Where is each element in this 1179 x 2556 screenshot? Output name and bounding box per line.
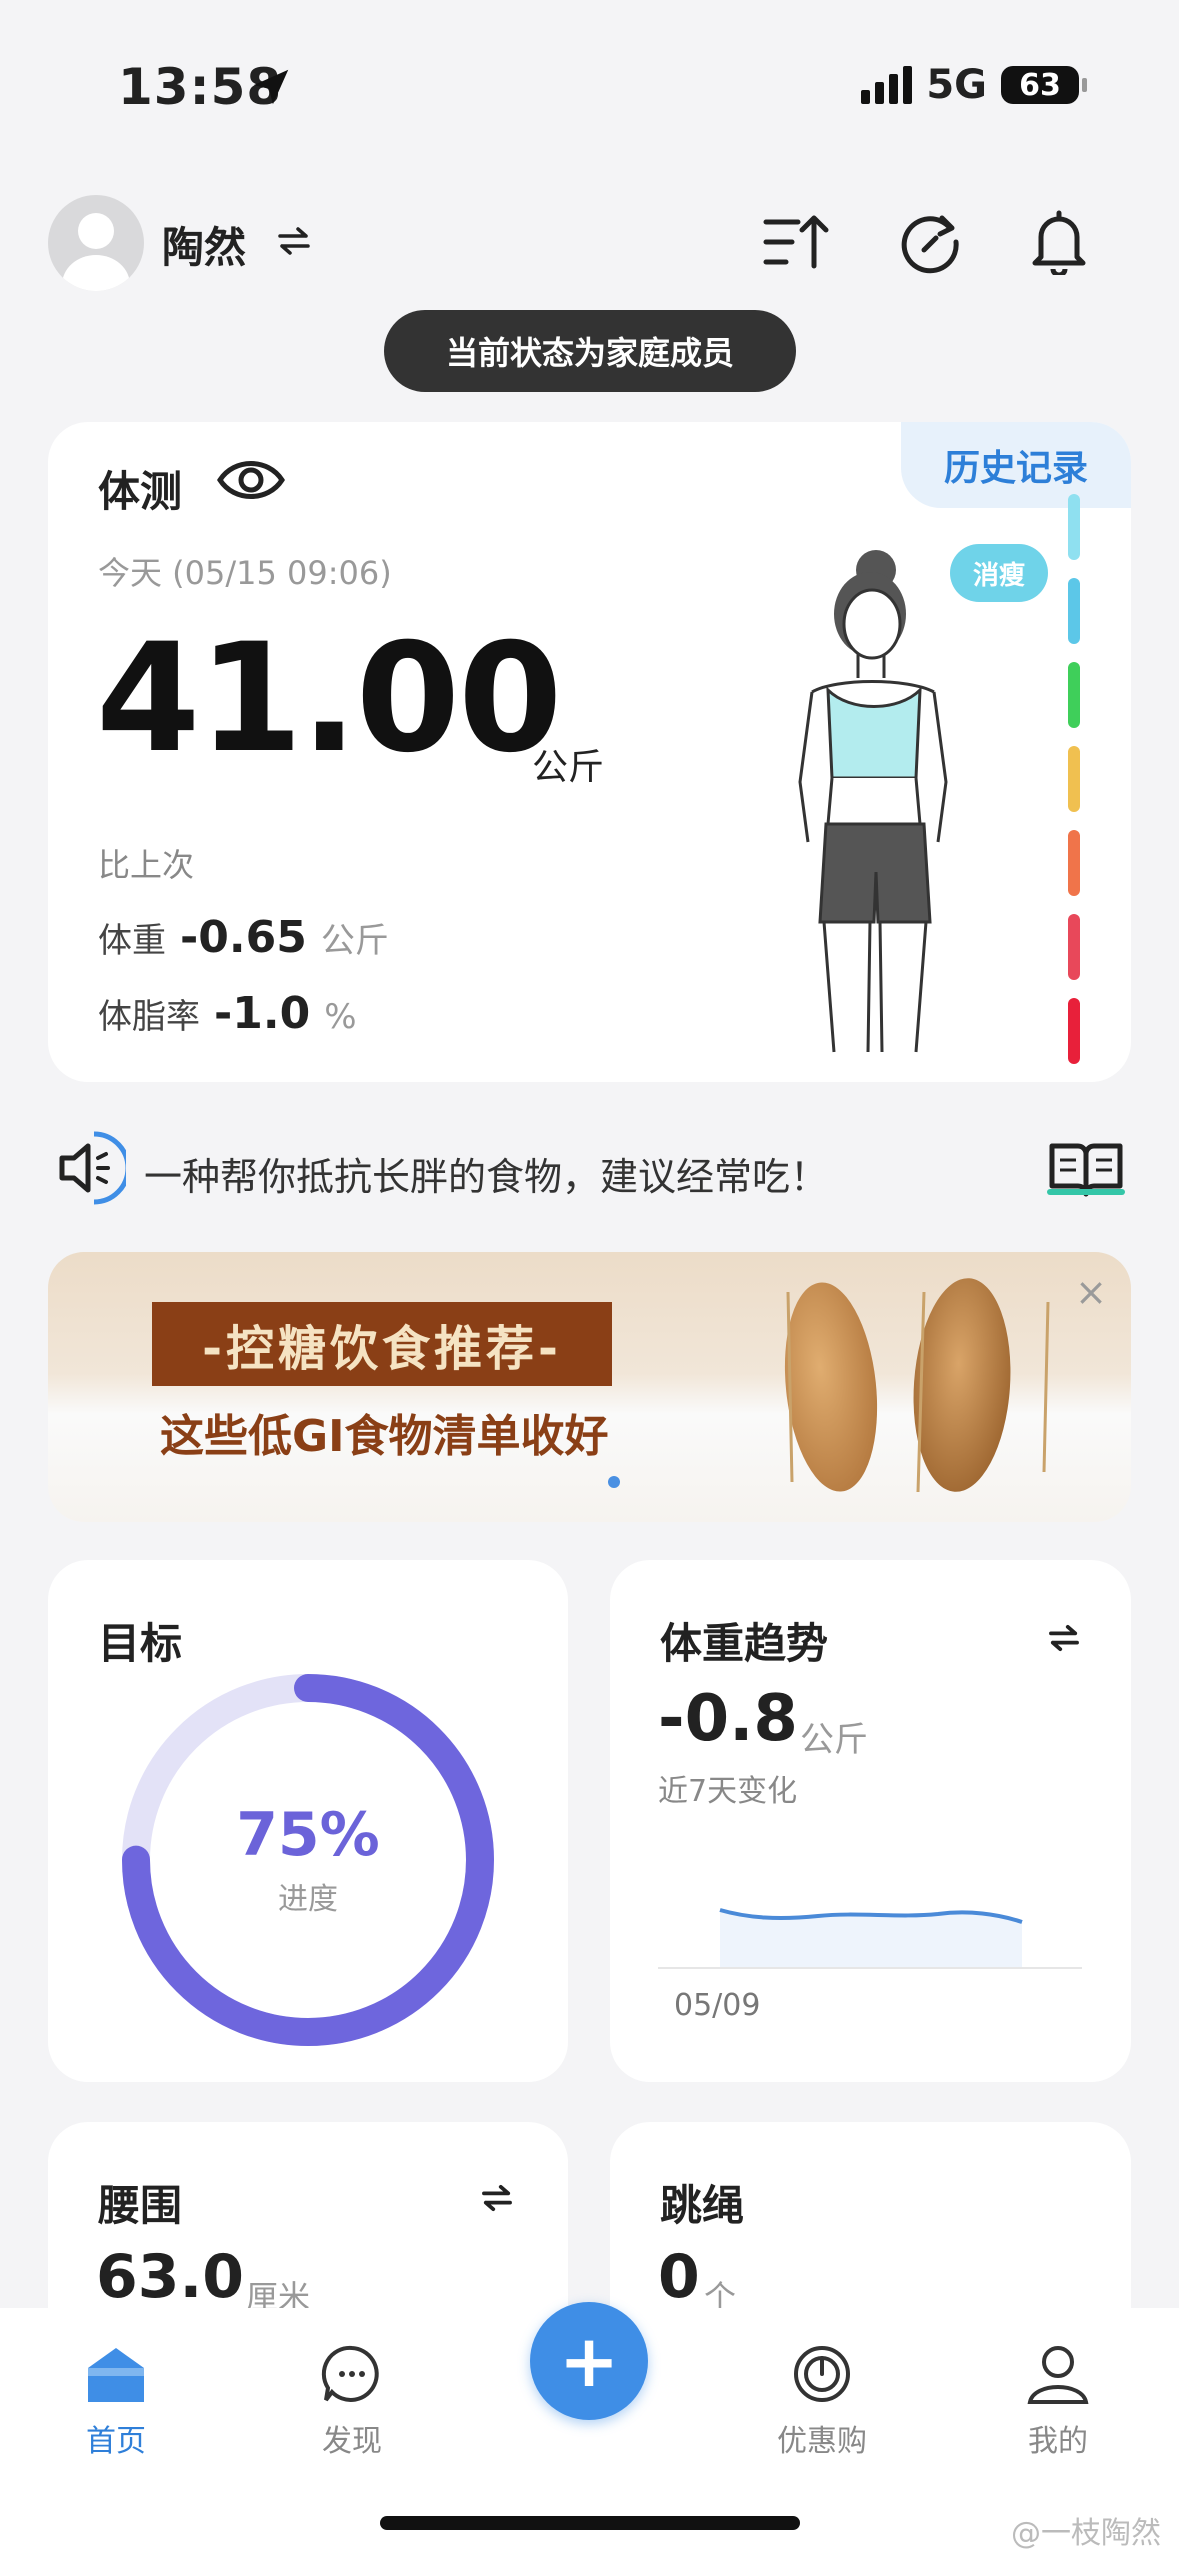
location-arrow-icon [253,69,289,105]
network-label: 5G [926,62,987,108]
weight-unit: 公斤 [532,747,605,788]
banner-page-dot [608,1476,620,1488]
goal-label: 进度 [278,1882,338,1917]
goal-percent: 75% [236,1800,380,1870]
home-icon [88,2348,144,2402]
trend-subtitle: 近7天变化 [658,1774,798,1809]
book-icon[interactable] [1046,1138,1126,1202]
tab-home[interactable]: 首页 [36,2344,196,2460]
goal-card[interactable]: 目标 75% 进度 [48,1560,568,2082]
measure-date: 今天 (05/15 09:06) [98,554,392,592]
home-indicator [380,2516,800,2530]
body-figure-illustration [798,550,948,1053]
weight-change-row: 体重 -0.65 公斤 [98,912,389,963]
banner-subtitle: 这些低GI食物清单收好 [160,1411,609,1462]
wheat-decoration [786,1291,1050,1493]
history-button[interactable]: 历史记录 [901,422,1131,508]
switch-user-icon[interactable] [276,226,312,256]
speaker-icon [59,1131,126,1205]
weight-change-value: -0.65 [180,912,307,963]
scale-segment [1068,830,1080,896]
scale-segment [1068,746,1080,812]
signal-icon [861,66,913,104]
family-status-pill: 当前状态为家庭成员 [384,310,796,392]
chat-bubble-icon [321,2345,379,2402]
battery-icon: 63 [1001,66,1087,104]
body-type-tag: 消瘦 [950,544,1048,602]
trend-unit: 公斤 [800,1720,868,1760]
tab-label: 首页 [86,2424,146,2459]
tab-label: 优惠购 [777,2424,867,2459]
add-record-button[interactable]: + [530,2302,648,2420]
watermark: @一枝陶然 [1011,2516,1161,2551]
status-right: 5G 63 [861,62,1087,108]
weight-change-label: 体重 [98,921,166,961]
swap-icon[interactable] [480,2184,514,2212]
banner-tag: -控糖饮食推荐- [152,1302,612,1386]
avatar[interactable] [48,195,144,291]
user-name[interactable]: 陶然 [162,214,246,275]
body-measure-card[interactable]: 体测 历史记录 今天 (05/15 09:06) 41.00 公斤 比上次 体重… [48,422,1131,1082]
eye-icon[interactable] [216,452,286,508]
rope-value: 0 [658,2242,700,2312]
rope-title: 跳绳 [660,2181,745,2230]
tip-text[interactable]: 一种帮你抵抗长胖的食物，建议经常吃！ [144,1146,828,1201]
tab-discover[interactable]: 发现 [272,2344,432,2460]
weight-value: 41.00 [96,612,562,786]
weight-change-unit: 公斤 [320,921,389,961]
user-icon [1027,2346,1089,2404]
tab-label: 我的 [1028,2424,1088,2459]
waist-title: 腰围 [98,2181,183,2230]
tab-deals[interactable]: 优惠购 [742,2344,902,2460]
tab-me[interactable]: 我的 [978,2344,1138,2460]
fat-change-row: 体脂率 -1.0 % [98,988,357,1039]
promo-banner[interactable]: -控糖饮食推荐- 这些低GI食物清单收好 × [48,1252,1131,1522]
scale-segment [1068,662,1080,728]
weight-trend-card[interactable]: 体重趋势 -0.8 公斤 近7天变化 05/09 [610,1560,1131,2082]
sort-icon[interactable] [760,205,834,279]
scale-segment [1068,914,1080,980]
sync-icon[interactable] [893,205,967,279]
trend-value: -0.8 [658,1682,798,1756]
scale-segment [1068,578,1080,644]
scale-segment [1068,998,1080,1064]
trend-title: 体重趋势 [660,1619,829,1668]
deals-icon [794,2346,850,2402]
card-title: 体测 [98,467,183,516]
trend-start-date: 05/09 [674,1988,761,2023]
swap-icon[interactable] [1047,1624,1081,1652]
fat-change-label: 体脂率 [98,997,200,1037]
bell-icon[interactable] [1022,205,1096,279]
fat-change-value: -1.0 [214,988,311,1039]
compare-label: 比上次 [98,846,195,884]
battery-level: 63 [1019,67,1061,103]
scale-segment [1068,494,1080,560]
tab-label: 发现 [322,2424,382,2459]
waist-value: 63.0 [96,2242,245,2312]
fat-change-unit: % [324,997,357,1037]
trend-sparkline [658,1908,1082,1969]
